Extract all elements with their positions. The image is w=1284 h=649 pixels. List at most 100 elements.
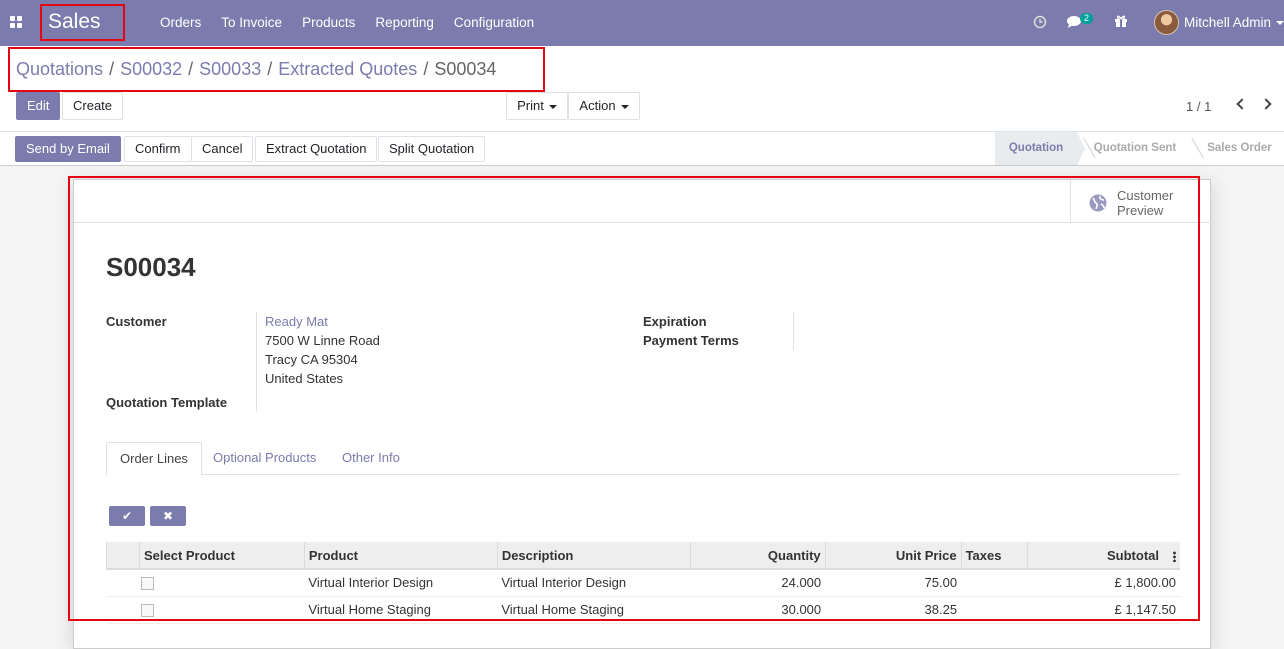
expiration-label: Expiration — [643, 314, 707, 329]
edit-button[interactable]: Edit — [16, 92, 61, 120]
send-by-email-button[interactable]: Send by Email — [15, 136, 121, 162]
top-navbar: Sales Orders To Invoice Products Reporti… — [0, 0, 1284, 46]
payment-terms-label: Payment Terms — [643, 333, 739, 348]
chevron-right-icon[interactable] — [1260, 98, 1272, 110]
control-panel: Quotations / S00032/S00033/Extracted Quote… — [0, 46, 1284, 132]
tab-optional-products[interactable]: Optional Products — [200, 442, 329, 475]
main-menu: Orders To Invoice Products Reporting Con… — [160, 15, 554, 30]
breadcrumb-current: S00034 — [434, 59, 497, 79]
breadcrumb-extracted-quotes[interactable]: Extracted Quotes — [278, 59, 417, 79]
chevron-down-icon — [548, 104, 557, 109]
customer-label: Customer — [106, 314, 167, 329]
stage-quotation-sent[interactable]: Quotation Sent — [1077, 132, 1185, 165]
optional-columns-icon[interactable] — [1173, 550, 1176, 562]
avatar[interactable] — [1154, 10, 1179, 35]
tab-order-lines[interactable]: Order Lines — [106, 442, 202, 476]
chevron-left-icon[interactable] — [1236, 98, 1248, 110]
pager-value[interactable]: 1 / 1 — [1186, 99, 1211, 114]
quantity-cell[interactable]: 30.000 — [690, 596, 826, 624]
taxes-cell[interactable] — [961, 596, 1028, 624]
user-menu[interactable]: Mitchell Admin — [1184, 15, 1284, 30]
apps-icon[interactable] — [10, 16, 23, 29]
address-line-2: Tracy CA 95304 — [265, 352, 358, 367]
extract-quotation-button[interactable]: Extract Quotation — [255, 136, 378, 162]
table-row[interactable]: Virtual Home Staging Virtual Home Stagin… — [106, 596, 1180, 624]
quantity-cell[interactable]: 24.000 — [690, 569, 826, 597]
table-row[interactable]: Virtual Interior Design Virtual Interior… — [106, 569, 1180, 597]
subtotal-cell: £ 1,147.50 — [1027, 596, 1180, 624]
description-cell[interactable]: Virtual Home Staging — [497, 596, 691, 624]
gift-icon[interactable] — [1114, 14, 1128, 28]
stage-quotation[interactable]: Quotation — [995, 132, 1085, 165]
notebook-tabs: Order Lines Optional Products Other Info — [106, 442, 1180, 476]
statusbar: Send by Email Confirm Cancel Extract Quo… — [0, 132, 1284, 166]
tab-other-info[interactable]: Other Info — [329, 442, 413, 475]
chevron-down-icon — [1276, 21, 1284, 26]
print-label: Print — [517, 98, 544, 113]
taxes-cell[interactable] — [961, 569, 1028, 597]
subtotal-cell: £ 1,800.00 — [1027, 569, 1180, 597]
product-cell[interactable]: Virtual Interior Design — [304, 569, 498, 597]
button-box: Customer Preview — [74, 180, 1211, 223]
column-product[interactable]: Product — [303, 542, 498, 570]
clock-icon[interactable] — [1033, 15, 1047, 29]
customer-preview-button[interactable]: Customer Preview — [1070, 180, 1211, 223]
cancel-button[interactable]: Cancel — [191, 136, 254, 162]
menu-products[interactable]: Products — [302, 15, 355, 30]
description-cell[interactable]: Virtual Interior Design — [497, 569, 691, 597]
menu-reporting[interactable]: Reporting — [375, 15, 434, 30]
address-line-3: United States — [265, 371, 344, 386]
check-icon: ✔ — [121, 509, 133, 523]
customer-link[interactable]: Ready Mat — [265, 314, 328, 329]
menu-configuration[interactable]: Configuration — [454, 15, 534, 30]
confirm-button[interactable]: Confirm — [124, 136, 192, 162]
menu-orders[interactable]: Orders — [160, 15, 201, 30]
discard-selection-button[interactable]: ✖ — [150, 506, 186, 526]
select-product-cell — [106, 569, 305, 597]
column-unit-price[interactable]: Unit Price — [824, 542, 962, 570]
menu-to-invoice[interactable]: To Invoice — [221, 15, 282, 30]
field-divider — [793, 312, 794, 350]
column-subtotal-label: Subtotal — [1107, 547, 1159, 563]
breadcrumb-separator: / — [267, 59, 273, 79]
split-quotation-button[interactable]: Split Quotation — [378, 136, 486, 162]
breadcrumb-separator: / — [109, 59, 115, 79]
form-sheet: Customer Preview S00034 Customer Ready M… — [73, 179, 1211, 649]
column-subtotal[interactable]: Subtotal — [1026, 542, 1180, 570]
chevron-down-icon — [620, 104, 629, 109]
address-line-1: 7500 W Linne Road — [265, 333, 380, 348]
stage-sales-order[interactable]: Sales Order — [1185, 132, 1284, 165]
field-divider — [256, 312, 257, 412]
print-button[interactable]: Print — [506, 92, 568, 120]
unit-price-cell[interactable]: 38.25 — [825, 596, 962, 624]
confirm-selection-button[interactable]: ✔ — [109, 506, 145, 526]
column-quantity[interactable]: Quantity — [689, 542, 826, 570]
globe-icon — [1089, 194, 1107, 212]
product-cell[interactable]: Virtual Home Staging — [304, 596, 498, 624]
customer-preview-label: Customer Preview — [1117, 188, 1174, 218]
column-handle — [106, 542, 140, 570]
close-icon: ✖ — [162, 509, 174, 523]
column-select-product[interactable]: Select Product — [138, 542, 305, 570]
create-button[interactable]: Create — [62, 92, 124, 120]
breadcrumb-quotations[interactable]: Quotations — [16, 59, 103, 79]
table-header-row: Select Product Product Description Quant… — [106, 542, 1180, 570]
breadcrumb-s00032[interactable]: S00032 — [120, 59, 182, 79]
column-description[interactable]: Description — [496, 542, 691, 570]
app-brand[interactable]: Sales — [48, 10, 101, 34]
unit-price-cell[interactable]: 75.00 — [825, 569, 962, 597]
select-product-checkbox[interactable] — [140, 577, 154, 591]
action-label: Action — [579, 98, 616, 113]
select-product-cell — [106, 596, 305, 624]
select-product-checkbox[interactable] — [140, 604, 154, 618]
breadcrumb: Quotations / S00032/S00033/Extracted Quote… — [16, 59, 496, 80]
column-taxes[interactable]: Taxes — [960, 542, 1028, 570]
action-button[interactable]: Action — [568, 92, 640, 120]
order-lines-table: Select Product Product Description Quant… — [106, 542, 1180, 624]
user-name: Mitchell Admin — [1184, 15, 1272, 30]
breadcrumb-s00033[interactable]: S00033 — [199, 59, 261, 79]
messages-badge: 2 — [1080, 13, 1094, 24]
breadcrumb-separator: / — [423, 59, 429, 79]
quotation-template-label: Quotation Template — [106, 395, 228, 410]
breadcrumb-separator: / — [188, 59, 194, 79]
